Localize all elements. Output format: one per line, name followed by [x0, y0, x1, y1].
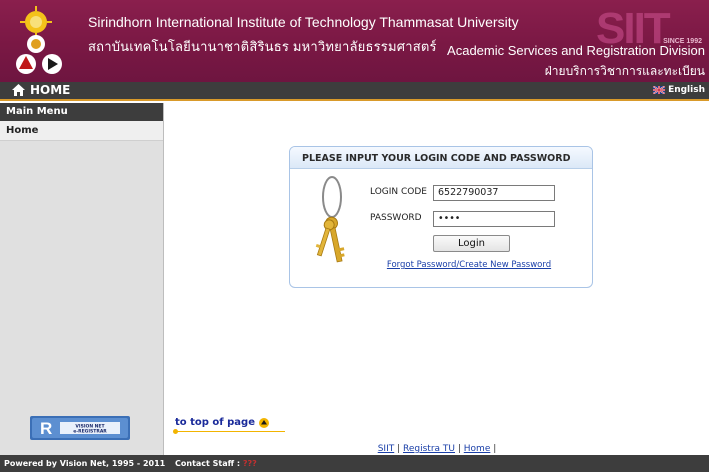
- powered-by-text: Powered by Vision Net, 1995 - 2011: [4, 459, 166, 468]
- login-code-label: LOGIN CODE: [370, 187, 427, 197]
- login-code-field[interactable]: 6522790037: [433, 185, 555, 201]
- language-switch-link[interactable]: English: [653, 85, 705, 95]
- division-name-th: ฝ่ายบริการวิชาการและทะเบียน: [544, 64, 705, 78]
- arrow-up-circle-icon: [258, 417, 269, 428]
- forgot-password-link[interactable]: Forgot Password/Create New Password: [290, 260, 592, 270]
- app-root: Sirindhorn International Institute of Te…: [0, 0, 709, 472]
- login-panel: PLEASE INPUT YOUR LOGIN CODE AND PASSWOR…: [289, 146, 593, 288]
- to-top-link[interactable]: to top of page: [175, 417, 269, 428]
- main-menu-heading: Main Menu: [0, 103, 163, 121]
- home-icon: [12, 84, 25, 96]
- svg-text:R: R: [40, 419, 52, 438]
- top-navbar: HOME English: [0, 82, 709, 101]
- svg-text:e-REGISTRAR: e-REGISTRAR: [73, 429, 107, 435]
- siit-emblem-icon: [16, 6, 62, 74]
- link-separator: |: [493, 444, 497, 454]
- header-banner: Sirindhorn International Institute of Te…: [0, 0, 709, 82]
- password-field[interactable]: ••••: [433, 211, 555, 227]
- keys-icon: [315, 176, 345, 263]
- to-top-label: to top of page: [175, 417, 255, 428]
- password-label: PASSWORD: [370, 213, 422, 223]
- sidebar-item-home[interactable]: Home: [0, 121, 163, 141]
- home-nav-link[interactable]: HOME: [12, 83, 70, 97]
- contact-staff: Contact Staff : ???: [175, 459, 257, 468]
- sidebar: Main Menu Home R VISION NET e-REGISTRAR: [0, 103, 164, 455]
- main-content: PLEASE INPUT YOUR LOGIN CODE AND PASSWOR…: [165, 103, 709, 455]
- contact-staff-value[interactable]: ???: [243, 459, 257, 468]
- language-switch-label: English: [668, 85, 705, 95]
- vision-net-logo[interactable]: R VISION NET e-REGISTRAR: [30, 416, 130, 440]
- institute-name-en: Sirindhorn International Institute of Te…: [88, 14, 519, 30]
- contact-staff-label: Contact Staff :: [175, 459, 241, 468]
- login-panel-title: PLEASE INPUT YOUR LOGIN CODE AND PASSWOR…: [290, 147, 592, 169]
- uk-flag-icon: [653, 86, 666, 94]
- division-name-en: Academic Services and Registration Divis…: [447, 43, 705, 58]
- home-nav-label: HOME: [30, 83, 71, 97]
- footer-bar: Powered by Vision Net, 1995 - 2011 Conta…: [0, 455, 709, 472]
- bottom-link-siit[interactable]: SIIT: [378, 444, 395, 454]
- to-top-underline: [175, 431, 285, 432]
- bottom-link-registra-tu[interactable]: Registra TU: [403, 444, 455, 454]
- to-top-dot: [173, 429, 178, 434]
- bottom-link-home[interactable]: Home: [464, 444, 491, 454]
- login-button[interactable]: Login: [433, 235, 510, 252]
- bottom-links: SIIT | Registra TU | Home |: [165, 444, 709, 454]
- institute-name-th: สถาบันเทคโนโลยีนานาชาติสิรินธร มหาวิทยาล…: [88, 39, 437, 54]
